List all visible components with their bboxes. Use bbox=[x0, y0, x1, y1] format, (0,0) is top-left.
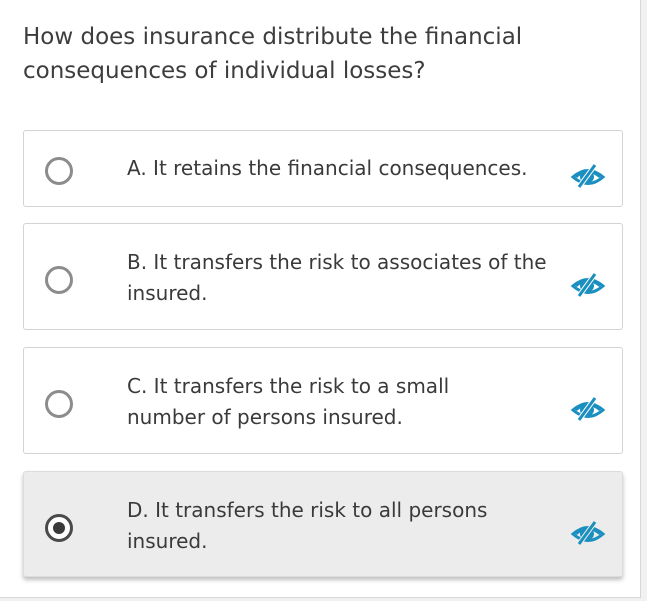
answer-option-c-label: C. It transfers the risk to a small numb… bbox=[127, 374, 450, 429]
answer-option-b[interactable]: B. It transfers the risk to associates o… bbox=[23, 223, 623, 330]
eye-slash-icon[interactable] bbox=[570, 396, 606, 422]
answer-option-d-label: D. It transfers the risk to all persons … bbox=[127, 498, 488, 553]
answer-option-b-label: B. It transfers the risk to associates o… bbox=[127, 250, 547, 305]
answer-option-d[interactable]: D. It transfers the risk to all persons … bbox=[23, 471, 623, 577]
answer-option-c[interactable]: C. It transfers the risk to a small numb… bbox=[23, 347, 623, 454]
question-page: How does insurance distribute the financ… bbox=[0, 0, 641, 598]
radio-button-c[interactable] bbox=[45, 390, 73, 418]
answer-option-a-label: A. It retains the financial consequences… bbox=[127, 156, 528, 180]
radio-button-b[interactable] bbox=[45, 266, 73, 294]
question-text: How does insurance distribute the financ… bbox=[23, 24, 523, 84]
eye-slash-icon[interactable] bbox=[570, 272, 606, 298]
radio-selected-dot bbox=[53, 522, 65, 534]
eye-slash-icon[interactable] bbox=[570, 520, 606, 546]
radio-button-d[interactable] bbox=[45, 514, 73, 542]
radio-button-a[interactable] bbox=[45, 157, 73, 185]
answer-option-a[interactable]: A. It retains the financial consequences… bbox=[23, 130, 623, 207]
eye-slash-icon[interactable] bbox=[570, 163, 606, 189]
